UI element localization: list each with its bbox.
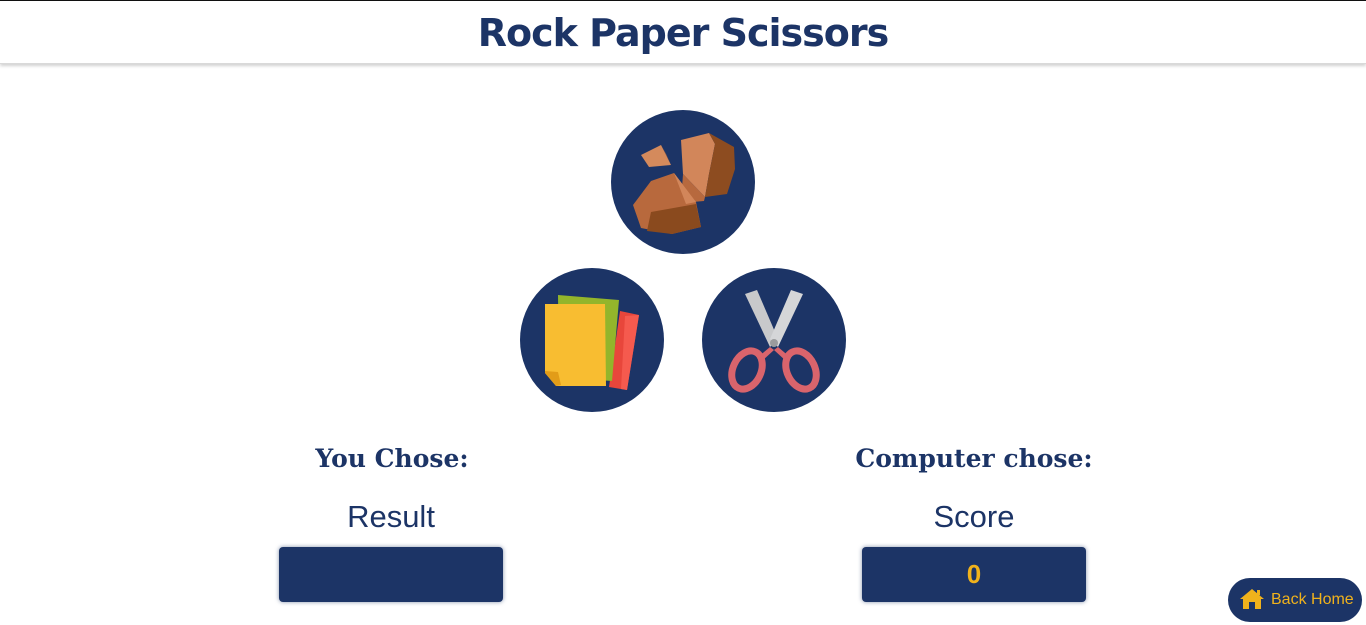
home-icon <box>1240 589 1264 609</box>
result-label: Result <box>347 499 435 534</box>
scissors-icon <box>728 290 820 393</box>
score-label: Score <box>933 499 1015 534</box>
computer-chose-label: Computer chose: <box>855 444 1093 473</box>
page-title: Rock Paper Scissors <box>477 11 889 55</box>
score-display: 0 <box>862 547 1086 602</box>
page-header: Rock Paper Scissors <box>0 1 1366 64</box>
back-home-label: Back Home <box>1271 591 1354 608</box>
back-home-button[interactable]: Back Home <box>1228 578 1362 622</box>
paper-icon <box>545 295 639 390</box>
result-display <box>279 547 503 602</box>
rock-icon <box>633 133 735 234</box>
scissors-choice-button[interactable] <box>702 268 846 412</box>
you-chose-label: You Chose: <box>315 444 469 473</box>
paper-choice-button[interactable] <box>520 268 664 412</box>
rock-choice-button[interactable] <box>611 110 755 254</box>
